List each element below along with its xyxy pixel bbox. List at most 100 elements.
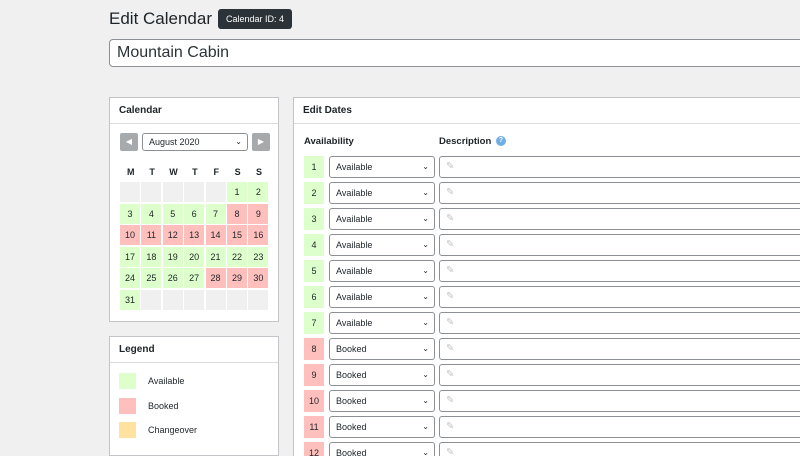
availability-select[interactable]: Available ⌄ bbox=[329, 182, 435, 204]
chevron-down-icon: ⌄ bbox=[422, 162, 429, 171]
chevron-down-icon: ⌄ bbox=[235, 137, 242, 146]
chevron-down-icon: ⌄ bbox=[422, 292, 429, 301]
availability-select[interactable]: Available ⌄ bbox=[329, 260, 435, 282]
calendar-day[interactable]: 25 bbox=[141, 268, 162, 289]
calendar-day[interactable]: 31 bbox=[120, 289, 140, 310]
calendar-day-empty bbox=[162, 182, 183, 202]
date-row: 6 Available ⌄ ✎ bbox=[304, 286, 800, 308]
date-row: 12 Booked ⌄ ✎ bbox=[304, 442, 800, 456]
availability-select[interactable]: Booked ⌄ bbox=[329, 416, 435, 438]
edit-dates-panel: Edit Dates Availability Description ? 1A… bbox=[293, 97, 800, 456]
calendar-day[interactable]: 16 bbox=[248, 225, 269, 246]
date-row-day: 9 bbox=[304, 364, 324, 386]
availability-select[interactable]: Booked ⌄ bbox=[329, 442, 435, 456]
date-row-day: 12 bbox=[304, 442, 324, 456]
month-select[interactable]: August 2020 ⌄ bbox=[142, 133, 248, 151]
date-row: 8 Booked ⌄ ✎ bbox=[304, 338, 800, 360]
description-input[interactable]: ✎ bbox=[439, 338, 800, 360]
legend-item-available: Available bbox=[119, 373, 184, 389]
pencil-icon: ✎ bbox=[446, 421, 455, 432]
availability-select-value: Available bbox=[336, 162, 373, 172]
availability-select[interactable]: Booked ⌄ bbox=[329, 338, 435, 360]
legend-item-booked: Booked bbox=[119, 398, 179, 414]
month-navigation: ◀ August 2020 ⌄ ▶ bbox=[120, 133, 270, 151]
calendar-day[interactable]: 14 bbox=[205, 225, 226, 246]
calendar-grid: MTWTFSS 1 2 3 4 5 6 7 8 9 10 11 12 13 14 15 16 17 18 19 20 2… bbox=[120, 162, 270, 312]
legend-panel: Legend Available Booked Changeover bbox=[109, 336, 279, 456]
calendar-day[interactable]: 8 bbox=[226, 203, 247, 224]
description-input[interactable]: ✎ bbox=[439, 364, 800, 386]
calendar-day[interactable]: 5 bbox=[162, 203, 183, 224]
prev-month-button[interactable]: ◀ bbox=[120, 133, 138, 151]
availability-select[interactable]: Available ⌄ bbox=[329, 156, 435, 178]
calendar-day[interactable]: 30 bbox=[248, 268, 269, 289]
calendar-day[interactable]: 23 bbox=[248, 246, 269, 267]
description-input[interactable]: ✎ bbox=[439, 416, 800, 438]
pencil-icon: ✎ bbox=[446, 317, 455, 328]
calendar-day[interactable]: 13 bbox=[184, 225, 205, 246]
calendar-day[interactable]: 4 bbox=[141, 203, 162, 224]
prev-arrow-icon: ◀ bbox=[125, 137, 133, 146]
chevron-down-icon: ⌄ bbox=[422, 370, 429, 379]
chevron-down-icon: ⌄ bbox=[422, 318, 429, 327]
calendar-day[interactable]: 22 bbox=[226, 246, 247, 267]
date-row: 5 Available ⌄ ✎ bbox=[304, 260, 800, 282]
description-input[interactable]: ✎ bbox=[439, 208, 800, 230]
calendar-day-empty bbox=[184, 289, 205, 310]
description-input[interactable]: ✎ bbox=[439, 260, 800, 282]
calendar-day[interactable]: 6 bbox=[184, 203, 205, 224]
date-row-day: 5 bbox=[304, 260, 324, 282]
calendar-day-empty bbox=[205, 182, 226, 202]
chevron-down-icon: ⌄ bbox=[422, 240, 429, 249]
pencil-icon: ✎ bbox=[446, 213, 455, 224]
calendar-day[interactable]: 1 bbox=[226, 182, 247, 202]
legend-label: Available bbox=[148, 376, 185, 386]
availability-select[interactable]: Available ⌄ bbox=[329, 286, 435, 308]
calendar-day-empty bbox=[226, 289, 247, 310]
availability-select-value: Booked bbox=[336, 344, 367, 354]
calendar-day[interactable]: 7 bbox=[205, 203, 226, 224]
availability-select[interactable]: Available ⌄ bbox=[329, 312, 435, 334]
calendar-day[interactable]: 2 bbox=[248, 182, 269, 202]
pencil-icon: ✎ bbox=[446, 369, 455, 380]
description-input[interactable]: ✎ bbox=[439, 312, 800, 334]
calendar-day[interactable]: 15 bbox=[226, 225, 247, 246]
calendar-day[interactable]: 18 bbox=[141, 246, 162, 267]
description-input[interactable]: ✎ bbox=[439, 182, 800, 204]
calendar-day[interactable]: 3 bbox=[120, 203, 140, 224]
availability-select[interactable]: Available ⌄ bbox=[329, 234, 435, 256]
date-row: 3 Available ⌄ ✎ bbox=[304, 208, 800, 230]
availability-select[interactable]: Booked ⌄ bbox=[329, 364, 435, 386]
calendar-day[interactable]: 24 bbox=[120, 268, 140, 289]
help-icon[interactable]: ? bbox=[495, 136, 506, 147]
calendar-day[interactable]: 26 bbox=[162, 268, 183, 289]
calendar-name-input[interactable]: Mountain Cabin bbox=[109, 39, 800, 67]
description-input[interactable]: ✎ bbox=[439, 442, 800, 456]
date-row: 4 Available ⌄ ✎ bbox=[304, 234, 800, 256]
description-input[interactable]: ✎ bbox=[439, 286, 800, 308]
chevron-down-icon: ⌄ bbox=[422, 448, 429, 456]
description-input[interactable]: ✎ bbox=[439, 234, 800, 256]
calendar-day[interactable]: 28 bbox=[205, 268, 226, 289]
calendar-day[interactable]: 19 bbox=[162, 246, 183, 267]
calendar-days: 1 2 3 4 5 6 7 8 9 10 11 12 13 14 15 16 17 18 19 20 21 22 23 24 2… bbox=[120, 182, 270, 312]
availability-select[interactable]: Available ⌄ bbox=[329, 208, 435, 230]
description-input[interactable]: ✎ bbox=[439, 390, 800, 412]
calendar-day[interactable]: 9 bbox=[248, 203, 269, 224]
legend-swatch bbox=[119, 422, 136, 438]
calendar-day[interactable]: 17 bbox=[120, 246, 140, 267]
calendar-day[interactable]: 12 bbox=[162, 225, 183, 246]
calendar-day[interactable]: 21 bbox=[205, 246, 226, 267]
calendar-day[interactable]: 29 bbox=[226, 268, 247, 289]
weekday-label: S bbox=[234, 167, 241, 177]
calendar-day[interactable]: 11 bbox=[141, 225, 162, 246]
date-row: 10 Booked ⌄ ✎ bbox=[304, 390, 800, 412]
calendar-day[interactable]: 27 bbox=[184, 268, 205, 289]
description-input[interactable]: ✎ bbox=[439, 156, 800, 178]
availability-select[interactable]: Booked ⌄ bbox=[329, 390, 435, 412]
next-month-button[interactable]: ▶ bbox=[252, 133, 270, 151]
calendar-day-empty bbox=[141, 182, 162, 202]
calendar-day[interactable]: 20 bbox=[184, 246, 205, 267]
calendar-day-empty bbox=[248, 289, 269, 310]
calendar-day[interactable]: 10 bbox=[120, 225, 140, 246]
